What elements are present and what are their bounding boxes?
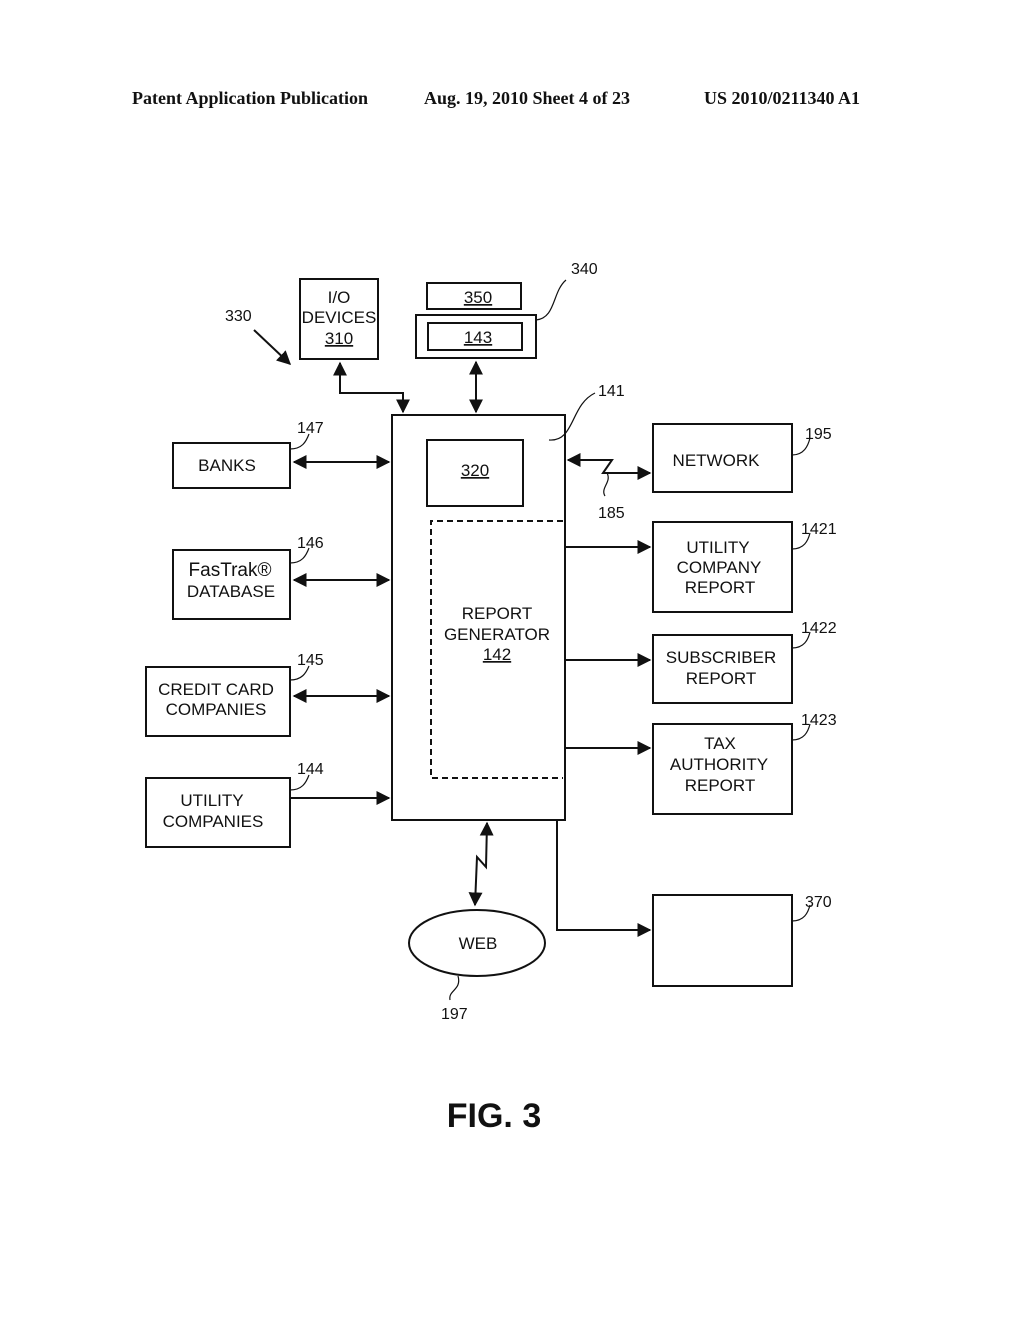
ref-330: 330 <box>225 308 252 325</box>
subscriber-report-box: SUBSCRIBER REPORT <box>652 634 793 704</box>
svg-text:AUTHORITY: AUTHORITY <box>670 755 768 774</box>
svg-text:REPORT: REPORT <box>685 776 756 795</box>
ref-197: 197 <box>441 1006 468 1023</box>
svg-text:COMPANY: COMPANY <box>677 558 762 577</box>
ref-1421: 1421 <box>801 521 837 538</box>
network-link-185 <box>566 453 652 480</box>
storage-143-label: 143 <box>464 328 492 347</box>
svg-text:UTILITY: UTILITY <box>180 791 243 810</box>
leader-197 <box>449 975 460 1001</box>
storage-350-box: 350 <box>426 282 522 310</box>
svg-text:GENERATOR: GENERATOR <box>444 625 550 644</box>
ref-141: 141 <box>598 383 625 400</box>
svg-text:142: 142 <box>483 645 511 664</box>
svg-text:COMPANIES: COMPANIES <box>163 812 264 831</box>
svg-text:310: 310 <box>325 329 353 348</box>
utility-company-report-box: UTILITY COMPANY REPORT <box>652 521 793 613</box>
figure-caption: FIG. 3 <box>447 1097 541 1135</box>
ref-147: 147 <box>297 420 324 437</box>
to-output-370-arrow <box>556 820 652 937</box>
svg-text:350: 350 <box>464 288 492 307</box>
svg-text:UTILITY: UTILITY <box>686 538 749 557</box>
ref-145: 145 <box>297 652 324 669</box>
io-to-server-arrow <box>333 361 410 414</box>
ref-340: 340 <box>571 261 598 278</box>
tax-authority-report-box: TAX AUTHORITY REPORT <box>652 723 793 815</box>
svg-text:I/O: I/O <box>328 288 351 307</box>
processor-box-320: 320 <box>426 439 524 507</box>
storage-group-340: 143 <box>415 314 537 359</box>
io-devices-box: I/O DEVICES 310 <box>299 278 379 360</box>
svg-text:NETWORK: NETWORK <box>673 451 761 470</box>
svg-text:320: 320 <box>461 461 489 480</box>
ref-195: 195 <box>805 426 832 443</box>
svg-text:REPORT: REPORT <box>685 578 756 597</box>
ref-1423: 1423 <box>801 712 837 729</box>
banks-box: BANKS <box>172 442 291 489</box>
ref-185: 185 <box>598 505 625 522</box>
ref-370: 370 <box>805 894 832 911</box>
utility-companies-box: UTILITY COMPANIES <box>145 777 291 848</box>
credit-card-companies-box: CREDIT CARD COMPANIES <box>145 666 291 737</box>
network-box: NETWORK <box>652 423 793 493</box>
system-pointer-arrow <box>253 329 292 365</box>
svg-text:COMPANIES: COMPANIES <box>166 700 267 719</box>
svg-text:DATABASE: DATABASE <box>187 582 275 601</box>
web-link-arrow <box>468 821 494 907</box>
svg-text:REPORT: REPORT <box>686 669 757 688</box>
svg-text:CREDIT CARD: CREDIT CARD <box>158 680 274 699</box>
svg-text:REPORT: REPORT <box>462 604 533 623</box>
svg-text:FasTrak®: FasTrak® <box>189 560 272 581</box>
svg-text:DEVICES: DEVICES <box>302 308 377 327</box>
ref-146: 146 <box>297 535 324 552</box>
output-device-box-370 <box>652 894 793 987</box>
svg-text:WEB: WEB <box>459 934 498 953</box>
ref-1422: 1422 <box>801 620 837 637</box>
web-ellipse: WEB <box>408 909 546 977</box>
leader-185 <box>603 472 609 497</box>
svg-text:TAX: TAX <box>704 734 736 753</box>
ref-144: 144 <box>297 761 324 778</box>
block-diagram: 330 I/O DEVICES 310 350 143 340 141 320 … <box>145 261 837 1135</box>
fastrak-database-box: FasTrak® DATABASE <box>172 549 291 620</box>
svg-text:SUBSCRIBER: SUBSCRIBER <box>666 648 777 667</box>
leader-340 <box>535 279 567 321</box>
svg-text:BANKS: BANKS <box>198 456 256 475</box>
